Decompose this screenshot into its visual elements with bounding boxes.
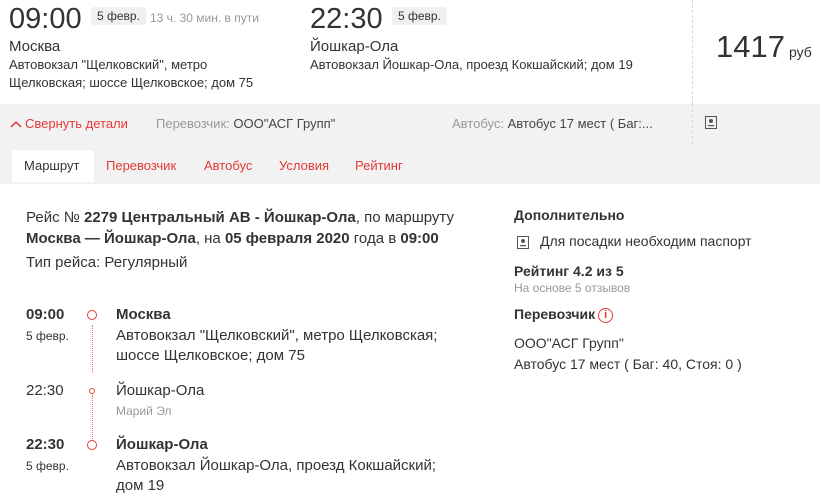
stop-address-line2: шоссе Щелковское; дом 75 <box>116 347 305 364</box>
departure-address-line1: Автовокзал "Щелковский", метро <box>9 57 208 72</box>
stop-time: 22:30 <box>26 382 64 399</box>
tab-route[interactable]: Маршрут <box>12 150 94 182</box>
departure-address-line2: Щелковская; шоссе Щелковское; дом 75 <box>9 75 254 90</box>
stop-date: 5 февр. <box>26 459 69 473</box>
details-toggle-bar: Свернуть детали Перевозчик: ООО"АСГ Груп… <box>0 104 820 144</box>
band-bus: Автобус: Автобус 17 мест ( Баг:... <box>452 116 653 131</box>
trip-duration: 13 ч. 30 мин. в пути <box>150 11 259 25</box>
trip-route: Москва — Йошкар-Ола <box>26 230 196 247</box>
collapse-details-label: Свернуть детали <box>25 116 128 131</box>
arrival-city: Йошкар-Ола <box>310 38 399 55</box>
band-bus-value: Автобус 17 мест ( Баг:... <box>507 116 653 131</box>
band-carrier-value: ООО"АСГ Групп" <box>233 116 336 131</box>
arrival-time: 22:30 <box>310 3 383 35</box>
arrival-date-badge: 5 февр. <box>392 7 447 25</box>
band-carrier-label: Перевозчик: <box>156 116 230 131</box>
band-bus-label: Автобус: <box>452 116 504 131</box>
stop-address-line2: дом 19 <box>116 477 165 494</box>
trip-prefix: Рейс № <box>26 209 84 226</box>
stop-city: Йошкар-Ола <box>116 382 205 399</box>
passport-note: Для посадки необходим паспорт <box>540 233 752 249</box>
trip-summary-header: 09:00 5 февр. 13 ч. 30 мин. в пути Москв… <box>0 0 820 104</box>
ticket-price: 1417 <box>716 29 785 64</box>
tab-carrier[interactable]: Перевозчик <box>94 150 188 182</box>
trip-number-name: 2279 Центральный АВ - Йошкар-Ола <box>84 209 356 226</box>
trip-on: , на <box>195 230 225 247</box>
stop-region: Марий Эл <box>116 404 172 418</box>
extra-info-heading: Дополнительно <box>514 207 625 223</box>
stop-address-line1: Автовокзал Йошкар-Ола, проезд Кокшайский… <box>116 457 437 474</box>
details-tabs: Маршрут Перевозчик Автобус Условия Рейти… <box>0 144 820 184</box>
stop-address-line1: Автовокзал "Щелковский", метро Щелковска… <box>116 327 438 344</box>
tab-conditions[interactable]: Условия <box>267 150 341 182</box>
departure-date-badge: 5 февр. <box>91 7 146 25</box>
passport-icon <box>517 236 529 249</box>
route-line <box>92 325 93 373</box>
stop-time: 22:30 <box>26 436 65 453</box>
header-divider <box>692 0 693 104</box>
stop-marker <box>89 388 95 394</box>
trip-date: 05 февраля 2020 <box>224 230 350 247</box>
rating-heading: Рейтинг 4.2 из 5 <box>514 263 624 279</box>
trip-title: Рейс № 2279 Центральный АВ - Йошкар-Ола,… <box>26 207 476 249</box>
trip-at: года в <box>349 230 401 247</box>
departure-time: 09:00 <box>9 3 82 35</box>
stop-marker <box>87 310 97 320</box>
trip-time: 09:00 <box>400 230 439 247</box>
bus-info: Автобус 17 мест ( Баг: 40, Стоя: 0 ) <box>514 356 742 372</box>
trip-route-prefix: , по маршруту <box>355 209 454 226</box>
arrival-address: Автовокзал Йошкар-Ола, проезд Кокшайский… <box>310 57 633 72</box>
trip-type: Тип рейса: Регулярный <box>26 254 188 271</box>
stop-city: Йошкар-Ола <box>116 436 208 453</box>
rating-subtext: На основе 5 отзывов <box>514 281 631 295</box>
trip-details-panel: Маршрут Перевозчик Автобус Условия Рейти… <box>0 144 820 503</box>
stop-city: Москва <box>116 306 171 323</box>
collapse-details-button[interactable]: Свернуть детали <box>10 116 128 131</box>
info-icon[interactable]: i <box>598 308 614 323</box>
carrier-heading-label: Перевозчик <box>514 306 596 322</box>
stop-time: 09:00 <box>26 306 65 323</box>
chevron-up-icon <box>10 120 22 128</box>
stop-marker <box>87 440 97 450</box>
carrier-heading: Перевозчик i <box>514 306 614 323</box>
route-line <box>92 395 93 439</box>
band-carrier: Перевозчик: ООО"АСГ Групп" <box>156 116 335 131</box>
stop-date: 5 февр. <box>26 329 69 343</box>
price-currency: руб <box>789 44 812 60</box>
tab-rating[interactable]: Рейтинг <box>343 150 415 182</box>
departure-city: Москва <box>9 38 61 55</box>
band-divider <box>692 104 693 144</box>
carrier-name: ООО"АСГ Групп" <box>514 335 624 351</box>
tab-bus[interactable]: Автобус <box>192 150 264 182</box>
passport-icon <box>705 116 717 129</box>
